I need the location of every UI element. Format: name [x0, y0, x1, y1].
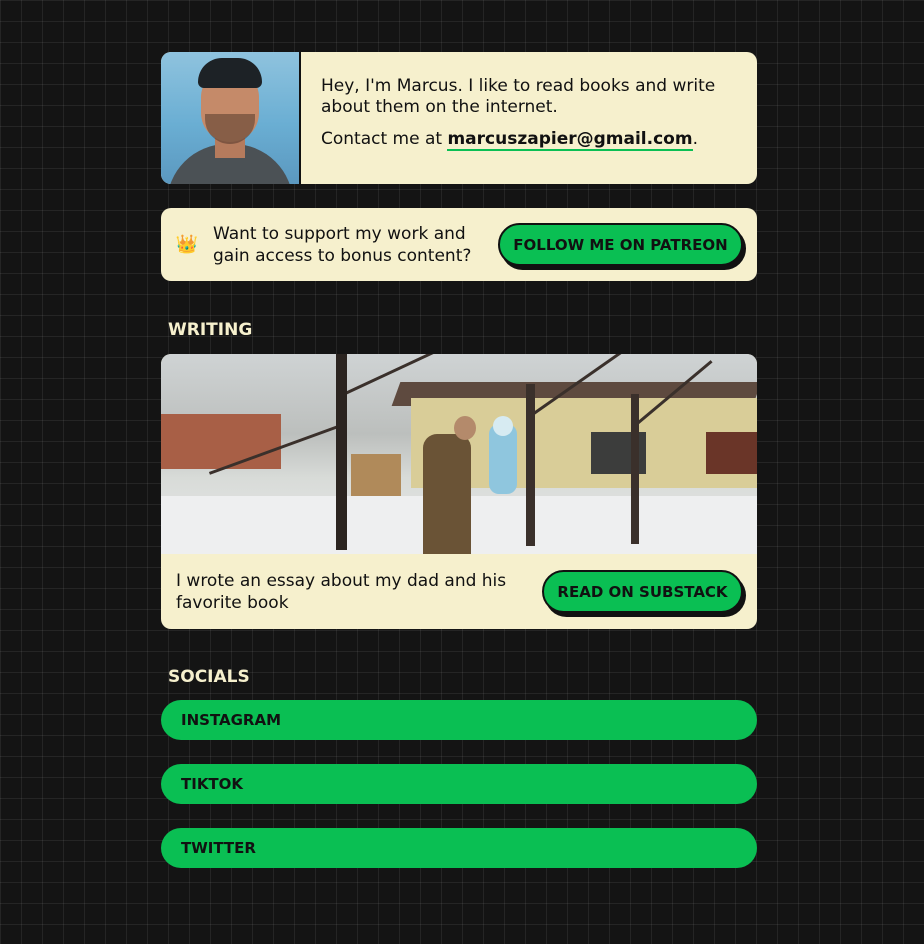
socials-section-title: SOCIALS — [168, 667, 250, 687]
email-link[interactable]: marcuszapier@gmail.com — [447, 129, 693, 151]
intro-card: Hey, I'm Marcus. I like to read books an… — [161, 52, 757, 184]
instagram-link[interactable]: INSTAGRAM — [161, 700, 757, 740]
writing-section-title: WRITING — [168, 320, 253, 340]
writing-footer: I wrote an essay about my dad and his fa… — [161, 554, 757, 629]
intro-contact: Contact me at marcuszapier@gmail.com. — [321, 129, 737, 151]
read-substack-button[interactable]: READ ON SUBSTACK — [542, 570, 743, 613]
intro-greeting: Hey, I'm Marcus. I like to read books an… — [321, 76, 716, 117]
contact-prefix: Contact me at — [321, 129, 448, 149]
writing-card: I wrote an essay about my dad and his fa… — [161, 354, 757, 629]
twitter-link[interactable]: TWITTER — [161, 828, 757, 868]
essay-photo — [161, 354, 757, 554]
crown-icon: 👑 — [175, 234, 199, 255]
patreon-text: Want to support my work and gain access … — [213, 223, 472, 266]
tiktok-link[interactable]: TIKTOK — [161, 764, 757, 804]
essay-description: I wrote an essay about my dad and his fa… — [176, 570, 507, 613]
page-content: Hey, I'm Marcus. I like to read books an… — [161, 52, 757, 868]
avatar — [161, 52, 301, 184]
follow-patreon-button[interactable]: FOLLOW ME ON PATREON — [498, 223, 743, 266]
contact-suffix: . — [692, 129, 698, 149]
patreon-card: 👑 Want to support my work and gain acces… — [161, 208, 757, 281]
intro-text: Hey, I'm Marcus. I like to read books an… — [301, 52, 757, 184]
